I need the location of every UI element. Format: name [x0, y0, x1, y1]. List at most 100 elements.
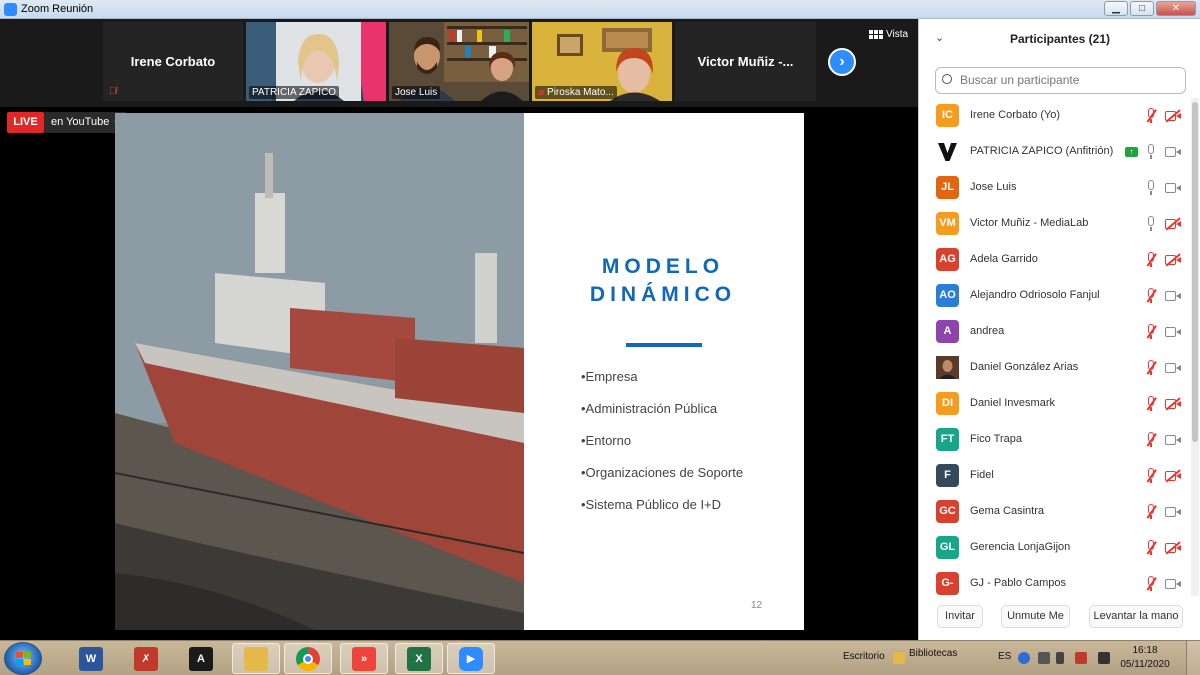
anydesk-taskbar-button[interactable]: » — [340, 643, 388, 674]
libraries-folder-icon — [893, 652, 905, 664]
show-hidden-icons-icon[interactable] — [1056, 652, 1064, 664]
participant-search-input[interactable]: Buscar un participante — [935, 67, 1186, 94]
start-button[interactable] — [4, 642, 42, 675]
libraries-label[interactable]: Bibliotecas — [909, 648, 957, 659]
participant-row[interactable]: Aandrea — [919, 314, 1191, 350]
participant-name: Fidel — [970, 469, 994, 481]
camera-off-icon[interactable] — [1165, 219, 1181, 229]
participant-row[interactable]: AG Adela Garrido — [919, 242, 1191, 278]
stream-destination-dropdown[interactable]: en YouTube ▼ — [44, 112, 126, 133]
participant-avatar: GC — [936, 500, 959, 523]
action-center-icon[interactable] — [1075, 652, 1087, 664]
participants-panel: ⌄ Participantes (21) Buscar un participa… — [918, 19, 1200, 640]
network-icon[interactable] — [1098, 652, 1110, 664]
invite-button[interactable]: Invitar — [937, 605, 983, 628]
camera-off-icon[interactable] — [1165, 111, 1181, 121]
keyboard-icon[interactable] — [1038, 652, 1050, 664]
mic-icon[interactable] — [1146, 180, 1156, 196]
stream-destination-label: en YouTube — [51, 116, 110, 128]
folder-taskbar-button[interactable] — [232, 643, 280, 674]
camera-icon[interactable] — [1165, 507, 1181, 517]
camera-off-icon[interactable] — [1165, 255, 1181, 265]
participant-row[interactable]: GL Gerencia LonjaGijon — [919, 530, 1191, 566]
participant-row[interactable]: AO Alejandro Odriosolo Fanjul — [919, 278, 1191, 314]
participant-list-scrollbar[interactable] — [1191, 98, 1199, 596]
video-tile-piroska[interactable]: ⌀ Piroska Mato... — [532, 22, 672, 101]
camera-icon[interactable] — [1165, 183, 1181, 193]
participant-name: Victor Muñiz -... — [697, 54, 794, 69]
participant-row[interactable]: Daniel González Arias — [919, 350, 1191, 386]
participant-row[interactable]: DI Daniel Invesmark — [919, 386, 1191, 422]
video-tile-victor[interactable]: Victor Muñiz -... — [675, 22, 816, 101]
muted-mic-icon[interactable] — [1146, 576, 1156, 592]
minimize-button[interactable]: ▁ — [1104, 1, 1128, 16]
camera-off-icon[interactable] — [1165, 471, 1181, 481]
camera-off-icon[interactable] — [1165, 399, 1181, 409]
participant-row[interactable]: VM Victor Muñiz - MediaLab — [919, 206, 1191, 242]
view-button[interactable]: Vista — [869, 29, 908, 40]
participant-name: PATRICIA ZAPICO — [249, 86, 340, 99]
muted-mic-icon[interactable] — [1146, 324, 1156, 340]
video-tile-irene[interactable]: Irene Corbato 🎙̸ — [103, 22, 243, 101]
chrome-taskbar-button[interactable] — [284, 643, 332, 674]
view-label: Vista — [886, 29, 909, 40]
zoom-taskbar-button[interactable]: ▶ — [447, 643, 495, 674]
acrobat-taskbar-button[interactable]: A — [177, 643, 225, 674]
muted-mic-icon[interactable] — [1146, 252, 1156, 268]
mic-icon[interactable] — [1146, 216, 1156, 232]
close-button[interactable]: ✕ — [1156, 1, 1196, 16]
camera-icon[interactable] — [1165, 579, 1181, 589]
camera-icon[interactable] — [1165, 435, 1181, 445]
camera-icon[interactable] — [1165, 327, 1181, 337]
unmute-me-button[interactable]: Unmute Me — [1001, 605, 1070, 628]
muted-mic-icon[interactable] — [1146, 468, 1156, 484]
camera-icon[interactable] — [1165, 291, 1181, 301]
language-indicator[interactable]: ES — [998, 651, 1011, 662]
muted-mic-icon[interactable] — [1146, 108, 1156, 124]
excel-taskbar-button[interactable]: X — [395, 643, 443, 674]
muted-mic-icon[interactable] — [1146, 360, 1156, 376]
participant-name: GJ - Pablo Campos — [970, 577, 1066, 589]
word-taskbar-button[interactable]: W — [67, 643, 115, 674]
next-page-button[interactable]: › — [828, 48, 856, 76]
raise-hand-button[interactable]: Levantar la mano — [1089, 605, 1183, 628]
participant-name: Daniel Invesmark — [970, 397, 1055, 409]
video-tile-jose-luis[interactable]: Jose Luis — [389, 22, 529, 101]
participant-row[interactable]: PATRICIA ZAPICO (Anfitrión) ↑ — [919, 134, 1191, 170]
participant-name: Gema Casintra — [970, 505, 1044, 517]
participant-row[interactable]: F Fidel — [919, 458, 1191, 494]
participant-name: Irene Corbato (Yo) — [970, 109, 1061, 121]
participant-row[interactable]: JL Jose Luis — [919, 170, 1191, 206]
clock-time: 16:18 — [1132, 645, 1158, 656]
muted-mic-icon[interactable] — [1146, 432, 1156, 448]
participant-avatar: JL — [936, 176, 959, 199]
participant-row[interactable]: FT Fico Trapa — [919, 422, 1191, 458]
participants-header: ⌄ Participantes (21) — [919, 19, 1200, 59]
camera-icon[interactable] — [1165, 363, 1181, 373]
system-clock[interactable]: 16:18 05/11/2020 — [1120, 644, 1170, 672]
participant-name: andrea — [970, 325, 1005, 337]
desktop-toolbar-label[interactable]: Escritorio — [843, 651, 885, 662]
help-icon[interactable] — [1018, 652, 1030, 664]
anydesk-icon: » — [352, 646, 376, 671]
muted-mic-icon[interactable] — [1146, 288, 1156, 304]
muted-mic-icon[interactable] — [1146, 540, 1156, 556]
participant-name: Jose Luis — [392, 86, 441, 99]
camera-icon[interactable] — [1165, 147, 1181, 157]
pdf-tool-taskbar-button[interactable]: ✗ — [122, 643, 170, 674]
live-badge: LIVE — [7, 112, 44, 133]
participant-row[interactable]: GC Gema Casintra — [919, 494, 1191, 530]
show-desktop-button[interactable] — [1186, 641, 1200, 675]
participant-row[interactable]: IC Irene Corbato (Yo) — [919, 98, 1191, 134]
camera-off-icon[interactable] — [1165, 543, 1181, 553]
video-tile-patricia[interactable]: PATRICIA ZAPICO — [246, 22, 386, 101]
maximize-button[interactable]: □ — [1130, 1, 1154, 16]
muted-mic-icon[interactable] — [1146, 504, 1156, 520]
zoom-icon: ▶ — [459, 646, 483, 671]
search-icon — [942, 74, 952, 84]
muted-mic-icon[interactable] — [1146, 396, 1156, 412]
scrollbar-thumb[interactable] — [1192, 102, 1198, 442]
participant-list[interactable]: IC Irene Corbato (Yo) PATRICIA ZAPICO (Anf… — [919, 98, 1191, 596]
participant-row[interactable]: G- GJ - Pablo Campos — [919, 566, 1191, 596]
mic-icon[interactable] — [1146, 144, 1156, 160]
